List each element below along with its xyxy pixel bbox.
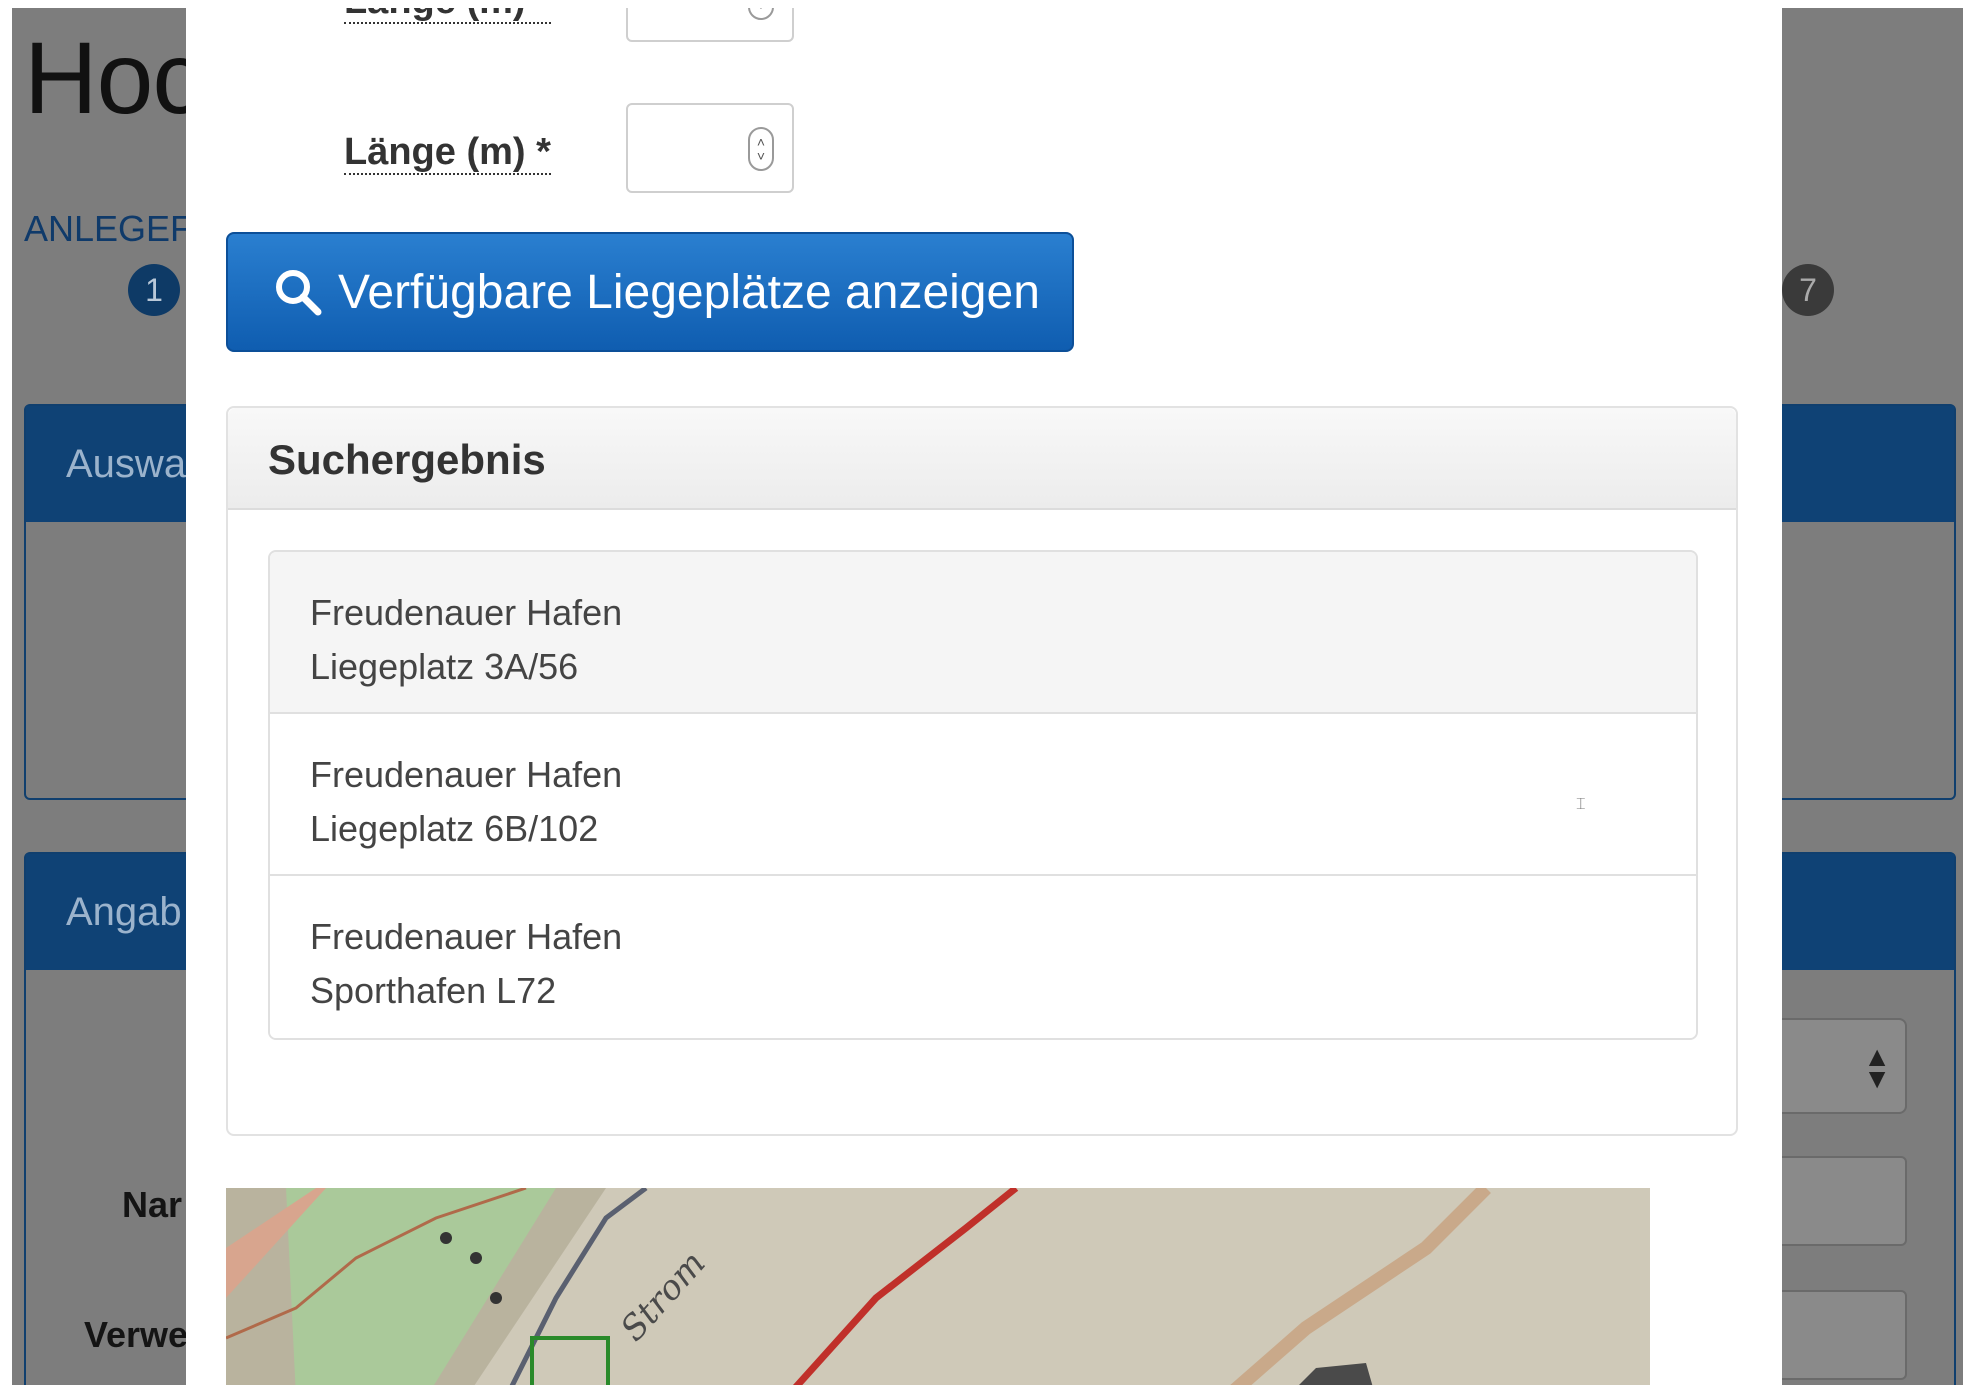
name-label: Nar xyxy=(122,1184,183,1225)
wizard-step-label: ANLEGEF xyxy=(24,208,193,249)
result-berth: Liegeplatz 6B/102 xyxy=(310,808,599,849)
show-available-berths-button[interactable]: Verfügbare Liegeplätze anzeigen xyxy=(226,232,1074,352)
result-item[interactable]: Freudenauer Hafen Liegeplatz 3A/56 xyxy=(270,552,1696,714)
page-title: Hoc xyxy=(24,21,203,135)
search-result-panel: Suchergebnis Freudenauer Hafen Liegeplat… xyxy=(226,406,1738,1136)
harbor-map[interactable]: Strom xyxy=(226,1188,1650,1385)
search-result-title: Suchergebnis xyxy=(228,408,1736,510)
length-row-2: Länge (m) * ˄ ˅ xyxy=(186,103,1782,193)
wizard-step-1: 1 xyxy=(128,264,180,316)
length-label-2: Länge (m) * xyxy=(344,131,551,175)
select-arrows-icon: ▲ ▼ xyxy=(1863,1041,1891,1094)
mouse-cursor-icon: ⌶ xyxy=(1576,796,1586,813)
result-harbor: Freudenauer Hafen xyxy=(310,754,623,795)
spinner-arrows-icon[interactable]: ˄˅ xyxy=(748,8,774,20)
result-berth: Sporthafen L72 xyxy=(310,970,557,1011)
verwendung-label: Verwe xyxy=(84,1314,189,1355)
result-item[interactable]: Freudenauer Hafen Liegeplatz 6B/102 xyxy=(270,714,1696,876)
result-harbor: Freudenauer Hafen xyxy=(310,592,623,633)
result-harbor: Freudenauer Hafen xyxy=(310,916,623,957)
length-input-2[interactable]: ˄ ˅ xyxy=(626,103,794,193)
spinner-arrows-icon[interactable]: ˄˅ xyxy=(748,127,774,171)
search-icon xyxy=(276,270,322,316)
length-input-1[interactable]: ˄˅ xyxy=(626,8,794,42)
result-item[interactable]: Freudenauer Hafen Sporthafen L72 xyxy=(270,876,1696,1038)
show-available-berths-label: Verfügbare Liegeplätze anzeigen xyxy=(338,265,1040,319)
length-label-1-text: Länge (m) * xyxy=(344,8,551,24)
berth-search-modal: Länge (m) * ˄˅ Länge (m) * ˄˅ Verfügbare… xyxy=(186,8,1782,1385)
length-label-1: Länge (m) * xyxy=(344,8,551,24)
result-berth: Liegeplatz 3A/56 xyxy=(310,646,579,687)
length-label-2-text: Länge (m) * xyxy=(344,131,551,175)
length-row-1: Länge (m) * ˄˅ xyxy=(186,8,1782,42)
harbor-map-image: Strom xyxy=(226,1188,1650,1385)
wizard-step-7: 7 xyxy=(1782,264,1834,316)
search-result-list: Freudenauer Hafen Liegeplatz 3A/56 Freud… xyxy=(268,550,1698,1040)
